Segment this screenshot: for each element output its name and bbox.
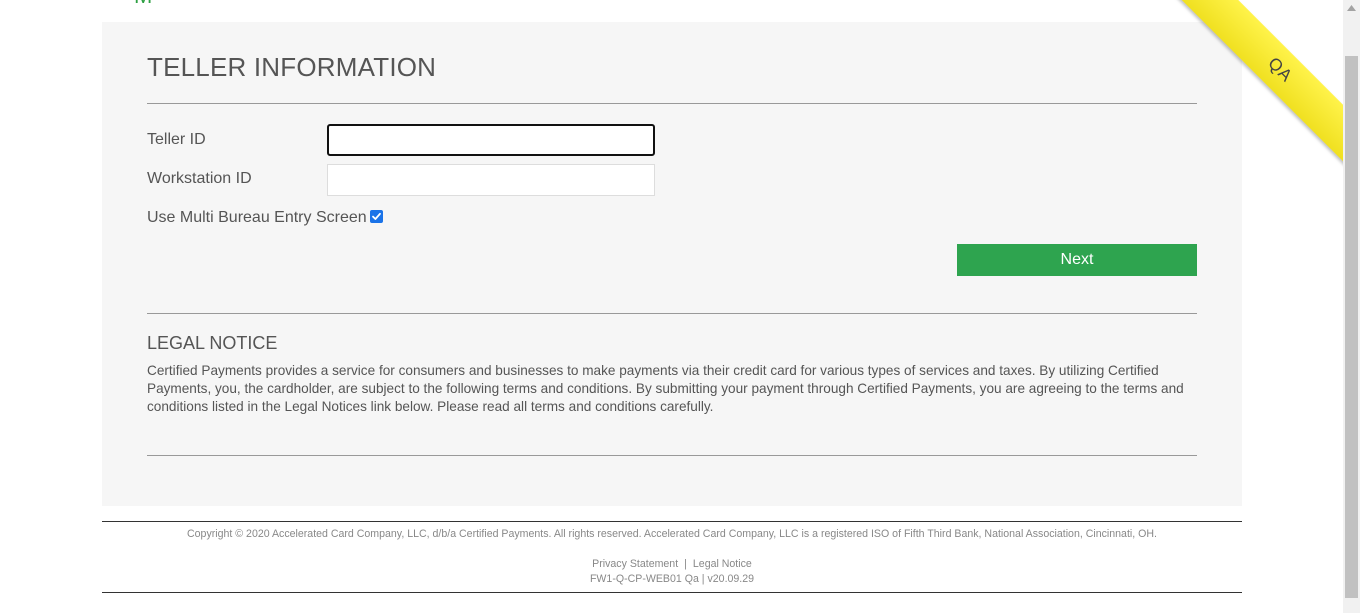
footer-divider [102,592,1242,593]
legal-notice-text: Certified Payments provides a service fo… [147,363,1184,414]
multi-bureau-checkbox[interactable] [370,210,383,223]
scroll-up-button[interactable] [1343,0,1360,17]
multi-bureau-label: Use Multi Bureau Entry Screen [147,209,367,226]
qa-ribbon: QA [1152,0,1344,198]
footer-copyright: Copyright © 2020 Accelerated Card Compan… [187,528,1157,540]
legal-notice-title: LEGAL NOTICE [147,333,278,353]
vertical-scrollbar[interactable] [1343,0,1360,613]
footer-divider [102,521,1242,522]
ribbon-label: QA [1264,53,1297,86]
divider [147,455,1197,456]
checkmark-icon [372,212,381,220]
privacy-statement-link[interactable]: Privacy Statement [592,558,678,570]
workstation-id-label: Workstation ID [147,170,252,187]
footer-links: Privacy Statement | Legal Notice [102,558,1242,570]
footer-separator: | [684,558,687,570]
divider [147,103,1197,104]
divider [147,313,1197,314]
page-title: TELLER INFORMATION [147,52,437,82]
next-button[interactable]: Next [957,244,1197,276]
legal-notice-link[interactable]: Legal Notice [693,558,752,570]
teller-id-label: Teller ID [147,131,206,148]
workstation-id-input[interactable] [327,164,655,196]
logo-mark: M [134,0,154,8]
site-logo[interactable]: M [134,0,154,7]
environment-ribbon: QA [1140,0,1344,205]
chevron-up-icon [1347,5,1356,11]
build-info: FW1-Q-CP-WEB01 Qa | v20.09.29 [589,573,755,585]
teller-id-input[interactable] [327,124,655,156]
teller-panel: TELLER INFORMATION Teller ID Workstation… [102,22,1242,506]
scrollbar-thumb[interactable] [1345,56,1358,598]
page: M TELLER INFORMATION Teller ID Workstati… [0,0,1360,613]
